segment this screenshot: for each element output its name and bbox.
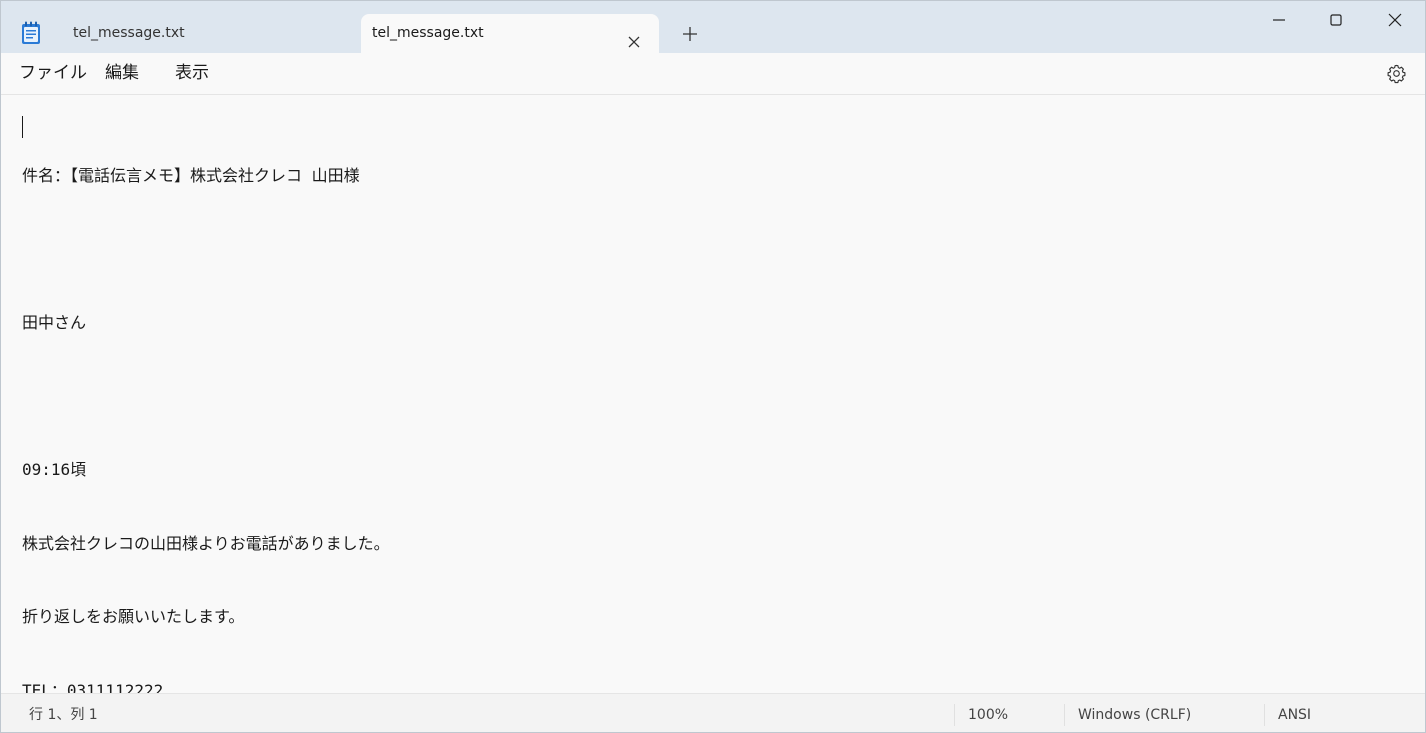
editor-line: 件名：【電話伝言メモ】株式会社クレコ 山田様 xyxy=(22,166,360,185)
new-tab-plus-icon[interactable] xyxy=(681,25,699,43)
encoding[interactable]: ANSI xyxy=(1278,694,1311,732)
close-tab-icon[interactable] xyxy=(627,26,641,48)
editor-content[interactable]: 件名：【電話伝言メモ】株式会社クレコ 山田様 田中さん 09:16頃 株式会社ク… xyxy=(22,115,1402,732)
editor-line: 09:16頃 xyxy=(22,460,87,479)
status-divider xyxy=(1064,704,1065,726)
status-divider xyxy=(1264,704,1265,726)
cursor-position: 行 1、列 1 xyxy=(29,707,98,723)
tab-active[interactable]: tel_message.txt xyxy=(361,14,659,53)
line-ending[interactable]: Windows (CRLF) xyxy=(1078,694,1191,732)
notepad-window: tel_message.txt tel_message.txt ファイル 編集 … xyxy=(0,0,1426,733)
tab-inactive[interactable]: tel_message.txt xyxy=(59,14,355,53)
editor-line: 株式会社クレコの山田様よりお電話がありました。 xyxy=(22,533,390,553)
maximize-icon[interactable] xyxy=(1327,11,1345,29)
minimize-icon[interactable] xyxy=(1270,11,1288,29)
gear-icon[interactable] xyxy=(1386,63,1407,84)
tab-label: tel_message.txt xyxy=(372,25,484,41)
menu-view[interactable]: 表示 xyxy=(175,53,209,94)
menu-edit[interactable]: 編集 xyxy=(105,53,139,94)
close-window-icon[interactable] xyxy=(1386,11,1404,29)
status-bar: 行 1、列 1 100% Windows (CRLF) ANSI xyxy=(1,693,1425,732)
editor-line: 折り返しをお願いいたします。 xyxy=(22,607,245,626)
text-editor[interactable]: 件名：【電話伝言メモ】株式会社クレコ 山田様 田中さん 09:16頃 株式会社ク… xyxy=(1,95,1425,700)
menu-bar: ファイル 編集 表示 xyxy=(1,53,1425,95)
status-divider xyxy=(954,704,955,726)
tab-label: tel_message.txt xyxy=(73,25,185,41)
title-bar[interactable]: tel_message.txt tel_message.txt xyxy=(1,1,1425,53)
menu-file[interactable]: ファイル xyxy=(19,53,87,94)
zoom-level[interactable]: 100% xyxy=(968,694,1008,732)
editor-line: 田中さん xyxy=(22,313,87,332)
notepad-icon xyxy=(21,21,41,45)
